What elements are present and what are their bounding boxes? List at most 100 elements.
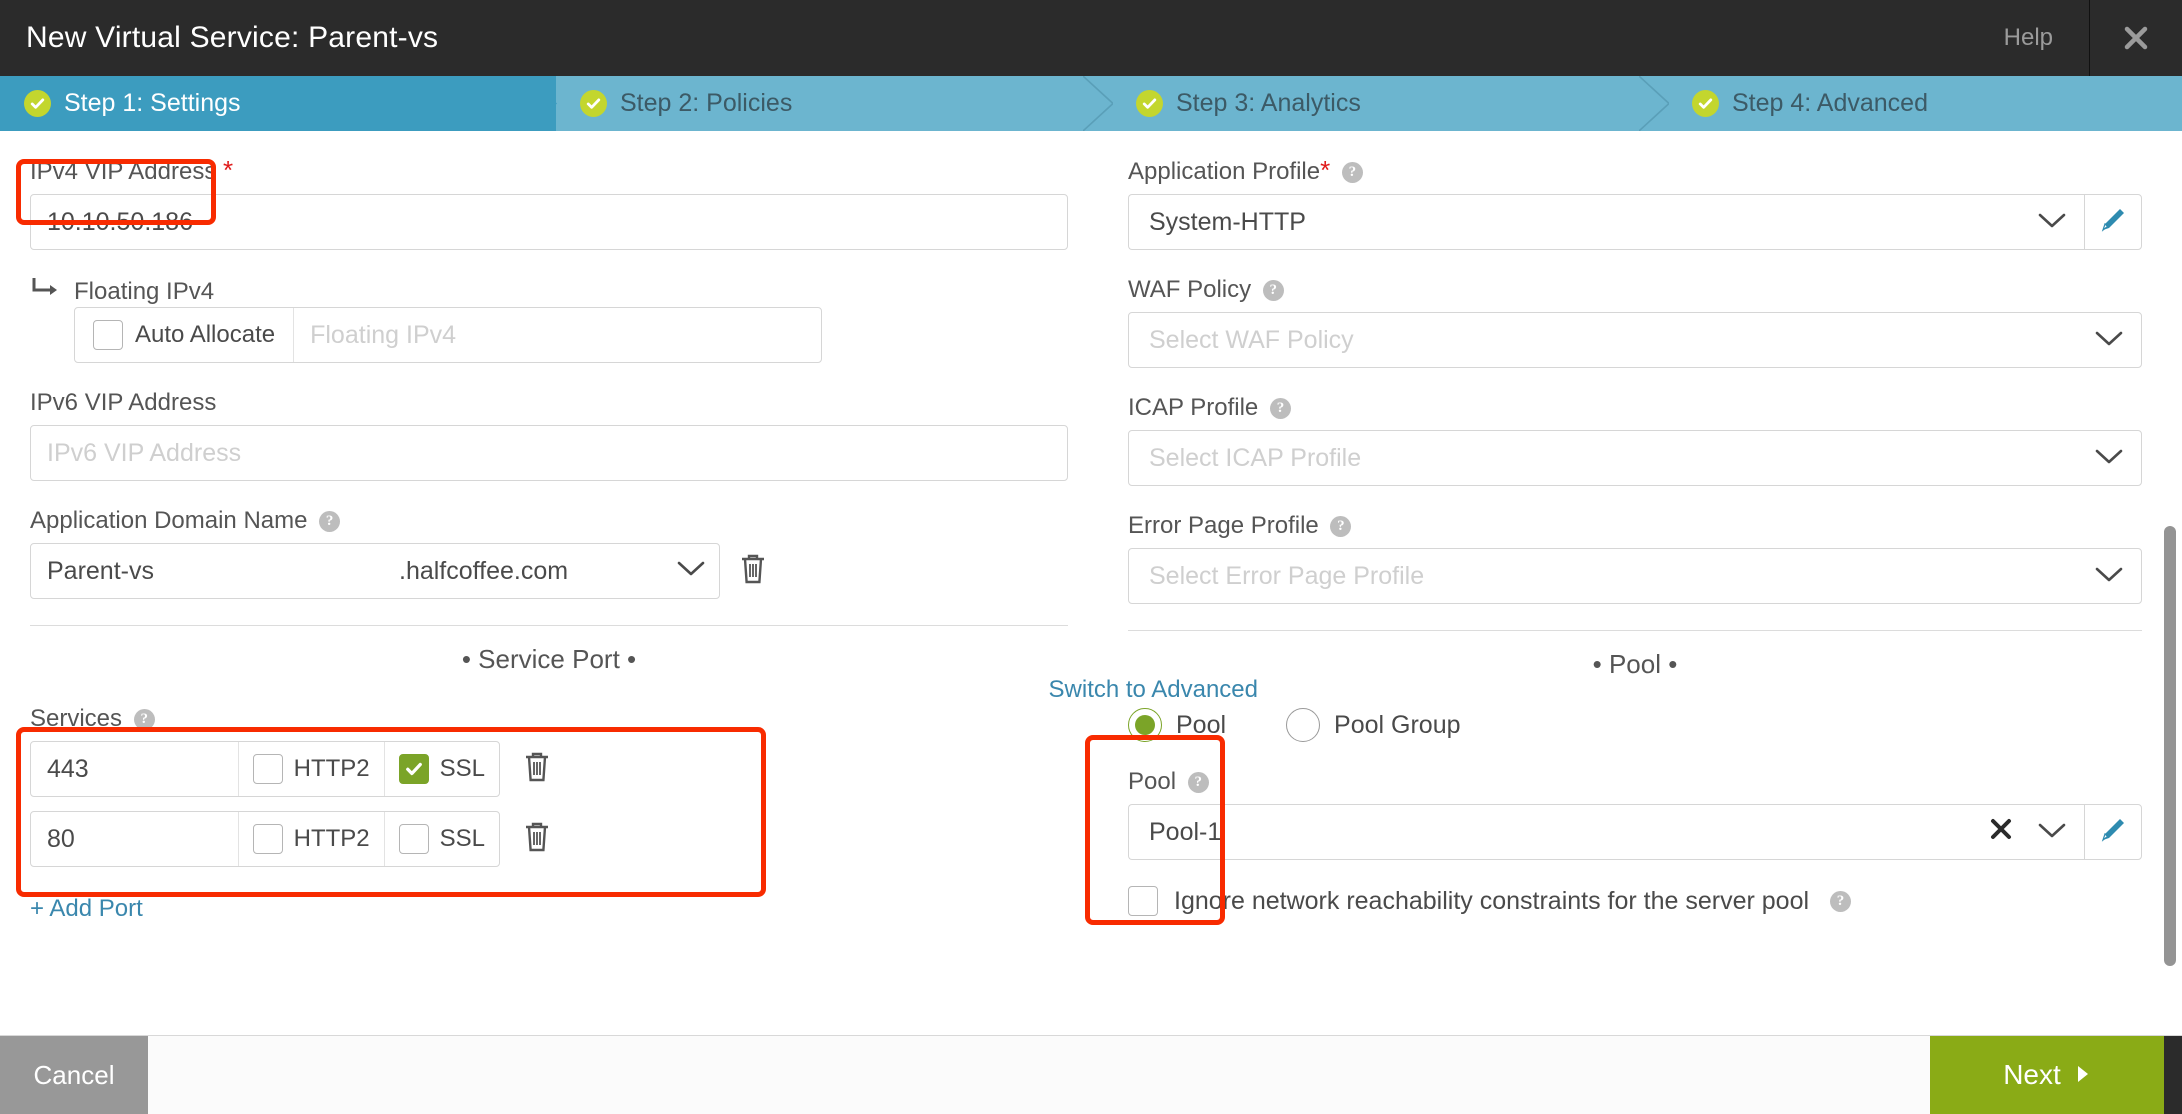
application-domain-name-field: Application Domain Name ? Parent-vs .hal… [30, 507, 1068, 599]
step-arrow-icon [527, 76, 557, 131]
error-page-profile-label: Error Page Profile ? [1128, 512, 2142, 540]
edit-application-profile-button[interactable] [2084, 194, 2142, 250]
right-column: Application Profile* ? System-HTTP WAF P… [1098, 131, 2182, 1035]
help-tooltip-icon[interactable]: ? [1269, 398, 1291, 419]
radio-pool-group[interactable]: Pool Group [1286, 708, 1461, 742]
next-button-label: Next [2003, 1059, 2061, 1090]
chevron-down-icon [677, 560, 705, 583]
service-http2-checkbox[interactable]: HTTP2 [239, 812, 385, 866]
pool-select-label: Pool ? [1128, 768, 2142, 796]
service-port-box: 443 HTTP2 SSL [30, 741, 500, 797]
step-arrow-icon [1083, 76, 1113, 131]
edit-pool-button[interactable] [2084, 804, 2142, 860]
floating-ipv4-placeholder: Floating IPv4 [310, 320, 457, 349]
help-tooltip-icon[interactable]: ? [1187, 772, 1209, 793]
radio-pool[interactable]: Pool [1128, 708, 1226, 742]
radio-pool-group-label: Pool Group [1334, 710, 1461, 739]
wizard-step-analytics[interactable]: Step 3: Analytics [1112, 76, 1669, 131]
floating-ipv4-label: Floating IPv4 [74, 277, 215, 305]
icap-profile-label: ICAP Profile ? [1128, 394, 2142, 422]
left-column: IPv4 VIP Address * 10.10.50.186 Floating… [0, 131, 1258, 1035]
service-row: 80 HTTP2 SSL [30, 811, 1068, 867]
vertical-scrollbar[interactable] [2162, 131, 2178, 1035]
pool-select-label-text: Pool [1128, 768, 1177, 795]
services-label: Services ? [30, 705, 1068, 733]
required-asterisk: * [223, 155, 234, 185]
checkbox-icon [398, 754, 429, 784]
error-page-profile-placeholder: Select Error Page Profile [1149, 561, 1425, 590]
add-port-link[interactable]: + Add Port [30, 895, 143, 923]
ignore-network-reachability-label: Ignore network reachability constraints … [1174, 886, 1810, 915]
help-tooltip-icon[interactable]: ? [1330, 516, 1352, 537]
auto-allocate-checkbox[interactable]: Auto Allocate [75, 308, 295, 362]
wizard-step-label: Step 1: Settings [64, 89, 241, 117]
waf-policy-select[interactable]: Select WAF Policy [1128, 312, 2142, 368]
close-icon[interactable] [2090, 0, 2182, 76]
checkbox-icon [1128, 886, 1158, 916]
wizard-step-label: Step 3: Analytics [1176, 89, 1361, 117]
trash-icon[interactable] [522, 750, 552, 789]
service-port-input[interactable]: 80 [31, 812, 239, 866]
icap-profile-select[interactable]: Select ICAP Profile [1128, 430, 2142, 486]
application-profile-select[interactable]: System-HTTP [1128, 194, 2084, 250]
application-profile-value: System-HTTP [1149, 207, 1306, 236]
wizard-step-advanced[interactable]: Step 4: Advanced [1668, 76, 2182, 131]
service-http2-checkbox[interactable]: HTTP2 [239, 742, 385, 796]
icap-profile-field: ICAP Profile ? Select ICAP Profile [1128, 394, 2142, 486]
required-asterisk: * [1320, 155, 1331, 185]
clear-pool-icon[interactable] [1990, 818, 2012, 847]
icap-profile-placeholder: Select ICAP Profile [1149, 443, 1362, 472]
service-ssl-checkbox[interactable]: SSL [385, 812, 499, 866]
error-page-profile-label-text: Error Page Profile [1128, 512, 1319, 539]
trash-icon[interactable] [738, 552, 768, 591]
chevron-down-icon [2095, 444, 2123, 473]
services-label-text: Services [30, 705, 123, 732]
new-virtual-service-dialog: New Virtual Service: Parent-vs Help Step… [0, 0, 2182, 1114]
ipv4-vip-input[interactable]: 10.10.50.186 [30, 194, 1068, 250]
service-ssl-checkbox[interactable]: SSL [385, 742, 499, 796]
error-page-profile-field: Error Page Profile ? Select Error Page P… [1128, 512, 2142, 604]
service-port-input[interactable]: 443 [31, 742, 239, 796]
radio-selected-icon [1128, 708, 1162, 742]
pool-select[interactable]: Pool-1 [1128, 804, 2084, 860]
wizard-step-policies[interactable]: Step 2: Policies [556, 76, 1113, 131]
help-tooltip-icon[interactable]: ? [1830, 890, 1852, 912]
check-icon [1136, 90, 1163, 117]
help-tooltip-icon[interactable]: ? [1262, 280, 1284, 301]
pool-section: • Pool • Pool Pool Group Pool ? Pool-1 I… [1128, 630, 2142, 916]
ipv6-vip-input[interactable]: IPv6 VIP Address [30, 425, 1068, 481]
help-tooltip-icon[interactable]: ? [133, 709, 155, 730]
check-icon [24, 90, 51, 117]
step-arrow-icon [1639, 76, 1669, 131]
ssl-label: SSL [439, 825, 485, 852]
radio-unselected-icon [1286, 708, 1321, 742]
ignore-network-reachability-checkbox[interactable]: Ignore network reachability constraints … [1128, 886, 2142, 916]
application-domain-name-label-text: Application Domain Name [30, 507, 308, 534]
help-tooltip-icon[interactable]: ? [319, 511, 341, 532]
floating-ipv4-header: Floating IPv4 [30, 276, 1068, 307]
ipv6-vip-field: IPv6 VIP Address IPv6 VIP Address [30, 389, 1068, 481]
chevron-down-icon [2038, 818, 2066, 847]
icap-profile-label-text: ICAP Profile [1128, 394, 1259, 421]
radio-pool-label: Pool [1176, 710, 1227, 739]
wizard-step-settings[interactable]: Step 1: Settings [0, 76, 557, 131]
checkbox-icon [252, 824, 283, 854]
help-tooltip-icon[interactable]: ? [1341, 162, 1363, 183]
help-button[interactable]: Help [1968, 0, 2090, 76]
ipv4-vip-field: IPv4 VIP Address * 10.10.50.186 [30, 155, 1068, 250]
floating-ipv4-input[interactable]: Floating IPv4 [294, 308, 821, 362]
error-page-profile-select[interactable]: Select Error Page Profile [1128, 548, 2142, 604]
cancel-button[interactable]: Cancel [0, 1036, 148, 1114]
chevron-down-icon [2038, 208, 2066, 237]
next-button[interactable]: Next [1930, 1036, 2164, 1114]
footer-spacer [148, 1036, 1930, 1114]
service-port-section-title: • Service Port • [461, 644, 637, 674]
pool-value: Pool-1 [1149, 817, 1222, 846]
trash-icon[interactable] [522, 820, 552, 859]
check-icon [1692, 90, 1719, 117]
chevron-right-icon [2075, 1059, 2091, 1091]
application-profile-label: Application Profile* ? [1128, 155, 2142, 186]
waf-policy-label: WAF Policy ? [1128, 276, 2142, 304]
scrollbar-thumb[interactable] [2164, 526, 2176, 966]
application-domain-name-select[interactable]: Parent-vs .halfcoffee.com [30, 543, 720, 599]
